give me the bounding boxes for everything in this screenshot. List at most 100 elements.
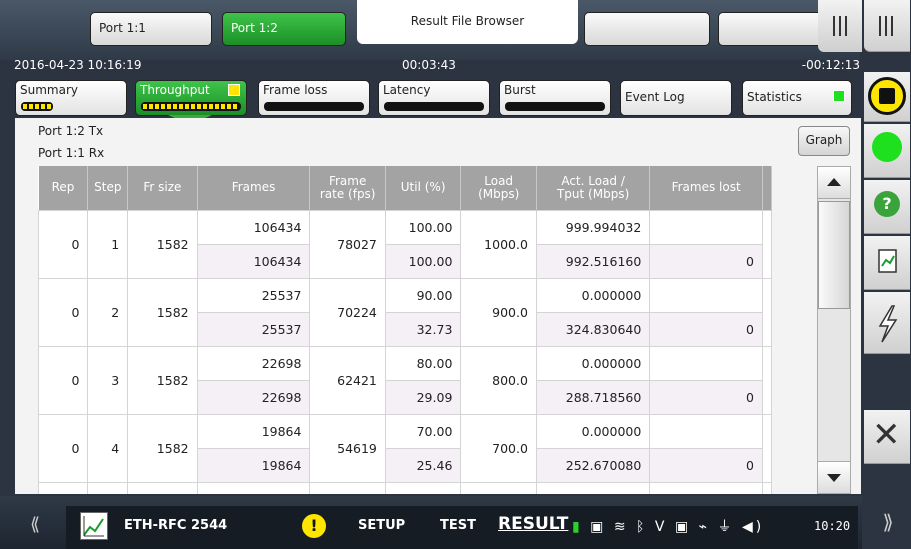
report-button[interactable] <box>864 236 910 290</box>
cell-empty <box>87 481 129 494</box>
stop-button[interactable] <box>864 72 910 122</box>
scroll-up-button[interactable] <box>818 167 850 199</box>
tab-event-log[interactable]: Event Log <box>620 80 732 116</box>
bottom-bar: ⟪ ETH-RFC 2544 ! SETUP TEST RESULT ▮ ▣ ≋… <box>0 496 862 549</box>
cell-empty <box>309 481 386 494</box>
cell-frame-rate: 62421 <box>309 345 386 415</box>
datetime: 2016-04-23 10:16:19 <box>14 58 142 72</box>
cell-frame-rate: 70224 <box>309 277 386 347</box>
summary-indicator <box>21 102 53 111</box>
help-icon: ? <box>874 191 900 217</box>
cell-util-tx: 60.00 <box>384 481 462 494</box>
cell-act-load-tx: 0.000000 <box>535 345 651 381</box>
tx-port-label: Port 1:2 Tx <box>38 124 104 138</box>
graph-button-label: Graph <box>805 133 843 147</box>
cell-frames-rx: 106434 <box>196 243 311 279</box>
header-load: Load (Mbps) <box>460 166 537 210</box>
tab-port-1-1[interactable]: Port 1:1 <box>90 12 212 46</box>
report-icon <box>878 249 897 273</box>
bluetooth-icon: ᛒ <box>636 519 648 535</box>
burst-indicator <box>505 102 605 111</box>
cell-frames-lost: 0 <box>649 447 763 483</box>
cell-act-load-rx: 252.670080 <box>535 447 651 483</box>
cell-empty <box>127 481 198 494</box>
chevron-left-icon[interactable]: ⟪ <box>10 508 60 542</box>
top-bar: Port 1:1 Port 1:2 Result File Browser <box>0 0 860 60</box>
help-button[interactable]: ? <box>864 180 910 234</box>
cell-frames-tx: 25537 <box>196 277 311 313</box>
result-file-browser-tab[interactable]: Result File Browser <box>357 0 578 44</box>
cell-frame-rate: 54619 <box>309 413 386 483</box>
cell-act-load-tx: 999.994032 <box>535 209 651 245</box>
status-led-icon <box>872 132 902 162</box>
cell-frames-lost-tx <box>649 209 763 245</box>
status-icons: ▮ ▣ ≋ ᛒ V ▣ ⌁ ⏚ ◀) <box>572 516 764 536</box>
usb-icon: ⏚ <box>717 519 735 535</box>
cell-util-rx: 29.09 <box>384 379 462 415</box>
cell-empty <box>460 481 537 494</box>
scroll-down-button[interactable] <box>818 461 850 493</box>
cell-rep: 0 <box>38 277 89 347</box>
status-led-button[interactable] <box>864 124 910 178</box>
vertical-scrollbar[interactable] <box>817 166 851 494</box>
tab-latency[interactable]: Latency <box>378 80 490 116</box>
cell-frames-rx: 19864 <box>196 447 311 483</box>
chevron-right-icon[interactable]: ⟫ <box>868 498 908 546</box>
tab-throughput[interactable]: Throughput <box>135 80 247 116</box>
cell-util-rx: 25.46 <box>384 447 462 483</box>
sidebar-menu-button[interactable] <box>864 0 910 52</box>
cell-rep: 0 <box>38 413 89 483</box>
lightning-button[interactable] <box>864 292 910 354</box>
result-panel: Port 1:2 Tx Port 1:1 Rx Graph Rep Step F… <box>15 118 861 494</box>
wifi-icon: ≋ <box>613 519 629 535</box>
table-header-row: Rep Step Fr size Frames Frame rate (fps)… <box>38 166 772 210</box>
close-button[interactable]: ✕ <box>864 410 910 464</box>
cell-frames-lost: 0 <box>649 379 763 415</box>
table-row: 0 3 1582 22698 62421 80.00 800.0 0.000000 <box>38 345 772 415</box>
tab-summary[interactable]: Summary <box>15 80 127 116</box>
tab-throughput-label: Throughput <box>140 83 210 97</box>
cell-util-tx: 90.00 <box>384 277 462 313</box>
throughput-status-square <box>228 84 240 96</box>
results-table-viewport[interactable]: Rep Step Fr size Frames Frame rate (fps)… <box>38 166 772 494</box>
satellite-icon: ⌁ <box>698 519 711 535</box>
tab-burst[interactable]: Burst <box>499 80 611 116</box>
graph-button[interactable]: Graph <box>798 126 850 156</box>
cell-util-rx: 32.73 <box>384 311 462 347</box>
result-button[interactable]: RESULT <box>498 514 568 534</box>
cell-load: 700.0 <box>460 413 537 483</box>
speaker-icon: ◀) <box>741 519 765 535</box>
tab-frame-loss[interactable]: Frame loss <box>258 80 370 116</box>
tab-statistics[interactable]: Statistics <box>742 80 852 116</box>
header-frame-rate: Frame rate (fps) <box>309 166 386 210</box>
cell-step: 2 <box>87 277 129 347</box>
cell-load: 900.0 <box>460 277 537 347</box>
tab-summary-label: Summary <box>20 83 78 97</box>
tab-port-1-2[interactable]: Port 1:2 <box>222 12 346 46</box>
app-chart-icon[interactable] <box>80 512 108 540</box>
cell-frames-rx: 25537 <box>196 311 311 347</box>
terminal-icon: ▣ <box>674 519 692 535</box>
tab-statistics-label: Statistics <box>747 90 802 104</box>
test-button[interactable]: TEST <box>440 518 476 533</box>
table-row: 0 4 1582 19864 54619 70.00 700.0 0.000000 <box>38 413 772 483</box>
warning-icon[interactable]: ! <box>302 514 326 538</box>
cell-spacer <box>761 481 772 494</box>
empty-tab-1[interactable] <box>584 12 710 46</box>
scroll-thumb[interactable] <box>818 201 850 309</box>
right-sidebar: ? ✕ <box>862 0 911 549</box>
cell-rep: 0 <box>38 209 89 279</box>
cell-util-tx: 100.00 <box>384 209 462 245</box>
cell-fr-size: 1582 <box>127 277 198 347</box>
setup-button[interactable]: SETUP <box>358 518 405 533</box>
cell-step: 4 <box>87 413 129 483</box>
menu-button[interactable] <box>818 0 862 52</box>
cell-frames-lost-tx <box>649 345 763 381</box>
throughput-indicator <box>141 102 241 111</box>
cell-frames-tx: 19864 <box>196 413 311 449</box>
remaining-time: -00:12:13 <box>801 58 860 72</box>
battery-icon: ▮ <box>572 519 583 535</box>
cell-fr-size: 1582 <box>127 209 198 279</box>
menu-icon <box>833 16 847 36</box>
cell-spacer <box>761 209 772 279</box>
